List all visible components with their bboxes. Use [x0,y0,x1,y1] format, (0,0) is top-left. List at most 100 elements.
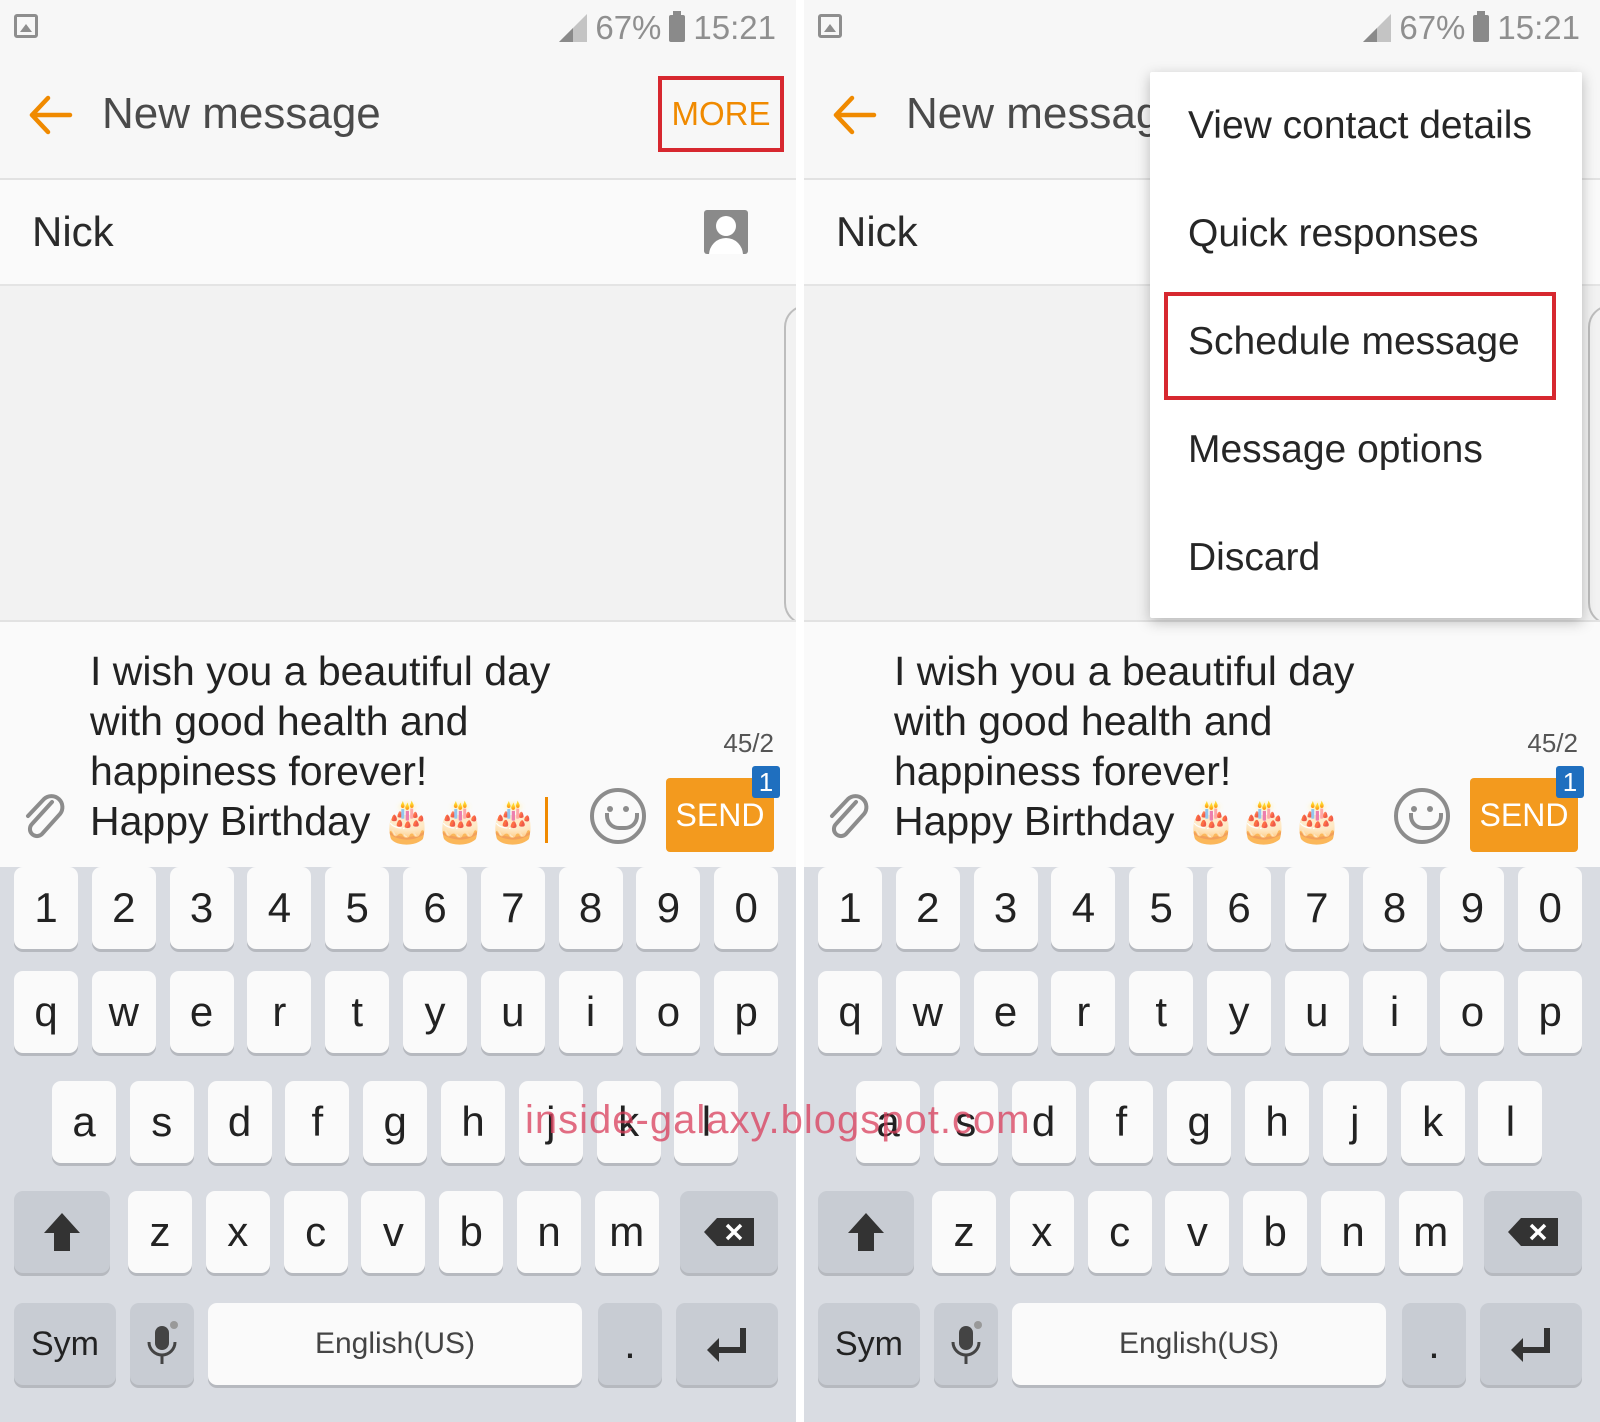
shift-key[interactable] [14,1191,110,1273]
key-q[interactable]: q [14,971,78,1053]
key-k[interactable]: k [1400,1081,1465,1163]
recipient-field[interactable]: Nick [0,180,796,286]
emoji-icon[interactable] [1394,788,1450,844]
key-g[interactable]: g [363,1081,428,1163]
key-i[interactable]: i [558,971,623,1053]
key-6[interactable]: 6 [403,867,467,949]
key-j[interactable]: j [1322,1081,1387,1163]
key-t[interactable]: t [1129,971,1194,1053]
key-4[interactable]: 4 [247,867,312,949]
menu-item-message-options[interactable]: Message options [1150,396,1582,504]
key-z[interactable]: z [932,1191,996,1273]
key-h[interactable]: h [441,1081,505,1163]
key-p[interactable]: p [1518,971,1583,1053]
key-u[interactable]: u [1284,971,1349,1053]
key-w[interactable]: w [91,971,156,1053]
key-r[interactable]: r [247,971,312,1053]
key-3[interactable]: 3 [973,867,1038,949]
key-b[interactable]: b [1243,1191,1308,1273]
message-line: happiness forever! [90,748,428,794]
key-e[interactable]: e [169,971,234,1053]
edge-panel-handle[interactable] [784,305,796,625]
key-e[interactable]: e [973,971,1038,1053]
key-4[interactable]: 4 [1051,867,1116,949]
key-1[interactable]: 1 [14,867,78,949]
period-key[interactable]: . [1402,1303,1466,1385]
space-bar[interactable]: English(US) [1012,1303,1386,1385]
key-m[interactable]: m [594,1191,659,1273]
message-input[interactable]: I wish you a beautiful day with good hea… [90,646,580,846]
key-y[interactable]: y [1207,971,1271,1053]
key-n[interactable]: n [517,1191,581,1273]
key-d[interactable]: d [207,1081,272,1163]
sym-key[interactable]: Sym [14,1303,116,1385]
edge-panel-handle[interactable] [1588,305,1600,625]
shift-key[interactable] [818,1191,914,1273]
key-o[interactable]: o [1440,971,1505,1053]
period-key[interactable]: . [598,1303,662,1385]
menu-item-quick-responses[interactable]: Quick responses [1150,180,1582,288]
mic-key[interactable] [130,1303,194,1385]
key-x[interactable]: x [205,1191,270,1273]
key-5[interactable]: 5 [1129,867,1194,949]
key-1[interactable]: 1 [818,867,882,949]
key-8[interactable]: 8 [1362,867,1427,949]
key-7[interactable]: 7 [1284,867,1349,949]
menu-item-discard[interactable]: Discard [1150,504,1582,612]
back-arrow-icon[interactable] [26,92,74,138]
sym-key[interactable]: Sym [818,1303,920,1385]
emoji-icon[interactable] [590,788,646,844]
key-n[interactable]: n [1321,1191,1385,1273]
key-w[interactable]: w [895,971,960,1053]
key-7[interactable]: 7 [480,867,545,949]
space-bar[interactable]: English(US) [208,1303,582,1385]
key-c[interactable]: c [283,1191,348,1273]
key-o[interactable]: o [636,971,701,1053]
key-8[interactable]: 8 [558,867,623,949]
key-v[interactable]: v [361,1191,426,1273]
key-l[interactable]: l [1478,1081,1543,1163]
conversation-area [0,286,796,620]
key-p[interactable]: p [714,971,779,1053]
menu-item-view-contact[interactable]: View contact details [1150,72,1582,180]
key-a[interactable]: a [52,1081,116,1163]
key-z[interactable]: z [128,1191,192,1273]
key-t[interactable]: t [325,971,390,1053]
key-s[interactable]: s [129,1081,194,1163]
key-9[interactable]: 9 [1440,867,1505,949]
key-0[interactable]: 0 [1518,867,1583,949]
key-y[interactable]: y [403,971,467,1053]
enter-key[interactable] [1480,1303,1582,1385]
key-6[interactable]: 6 [1207,867,1271,949]
status-right: 67% 15:21 [559,8,776,48]
more-button[interactable]: MORE [658,76,784,152]
key-9[interactable]: 9 [636,867,701,949]
attach-icon[interactable] [20,792,70,842]
key-3[interactable]: 3 [169,867,234,949]
key-2[interactable]: 2 [895,867,960,949]
key-h[interactable]: h [1245,1081,1309,1163]
enter-key[interactable] [676,1303,778,1385]
key-2[interactable]: 2 [91,867,156,949]
key-u[interactable]: u [480,971,545,1053]
key-x[interactable]: x [1009,1191,1074,1273]
key-m[interactable]: m [1398,1191,1463,1273]
backspace-key[interactable] [1484,1191,1582,1273]
key-q[interactable]: q [818,971,882,1053]
key-b[interactable]: b [439,1191,504,1273]
key-0[interactable]: 0 [714,867,779,949]
attach-icon[interactable] [824,792,874,842]
mic-key[interactable] [934,1303,998,1385]
backspace-key[interactable] [680,1191,778,1273]
key-v[interactable]: v [1165,1191,1230,1273]
key-f[interactable]: f [1089,1081,1154,1163]
key-5[interactable]: 5 [325,867,390,949]
key-f[interactable]: f [285,1081,350,1163]
key-r[interactable]: r [1051,971,1116,1053]
key-g[interactable]: g [1167,1081,1232,1163]
contact-icon[interactable] [704,210,748,254]
key-c[interactable]: c [1087,1191,1152,1273]
key-i[interactable]: i [1362,971,1427,1053]
back-arrow-icon[interactable] [830,92,878,138]
message-input[interactable]: I wish you a beautiful day with good hea… [894,646,1384,846]
